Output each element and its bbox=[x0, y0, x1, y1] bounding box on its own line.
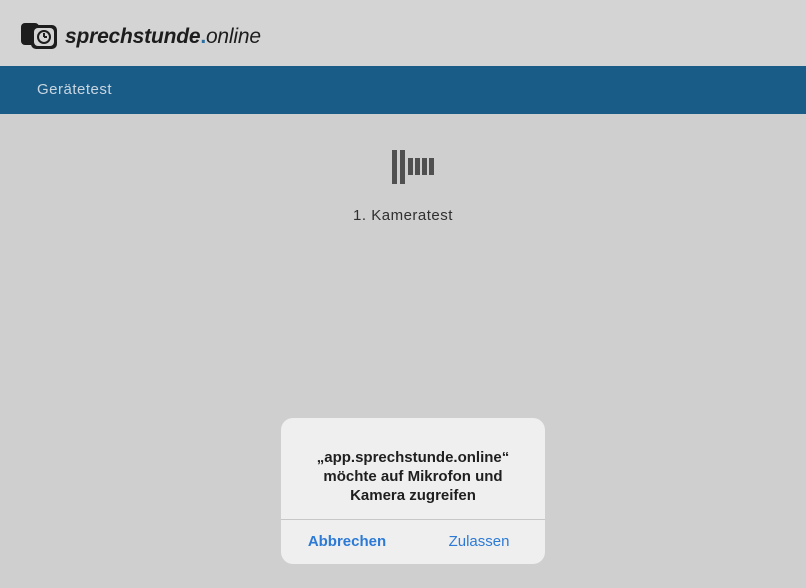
dialog-message-line: „app.sprechstunde.online“ bbox=[316, 449, 510, 466]
navbar: Gerätetest bbox=[0, 66, 806, 114]
logo-text: sprechstunde.online bbox=[65, 25, 261, 49]
page-title: Gerätetest bbox=[37, 81, 113, 98]
allow-button[interactable]: Zulassen bbox=[413, 520, 545, 564]
permission-dialog: „app.sprechstunde.online“ möchte auf Mik… bbox=[281, 418, 545, 564]
logo[interactable]: sprechstunde.online bbox=[20, 22, 261, 52]
app-header: sprechstunde.online bbox=[0, 0, 806, 66]
dialog-message-line: Kamera zugreifen bbox=[350, 487, 476, 504]
logo-clock-icon bbox=[21, 23, 57, 49]
dialog-message-line: möchte auf Mikrofon und bbox=[323, 468, 503, 485]
cancel-button[interactable]: Abbrechen bbox=[281, 520, 413, 564]
logo-text-light: online bbox=[205, 25, 261, 48]
step-label: 1. Kameratest bbox=[353, 207, 453, 224]
dialog-message: „app.sprechstunde.online“ möchte auf Mik… bbox=[281, 448, 545, 505]
loading-bars-icon bbox=[392, 150, 434, 184]
logo-text-bold: sprechstunde bbox=[65, 25, 201, 48]
